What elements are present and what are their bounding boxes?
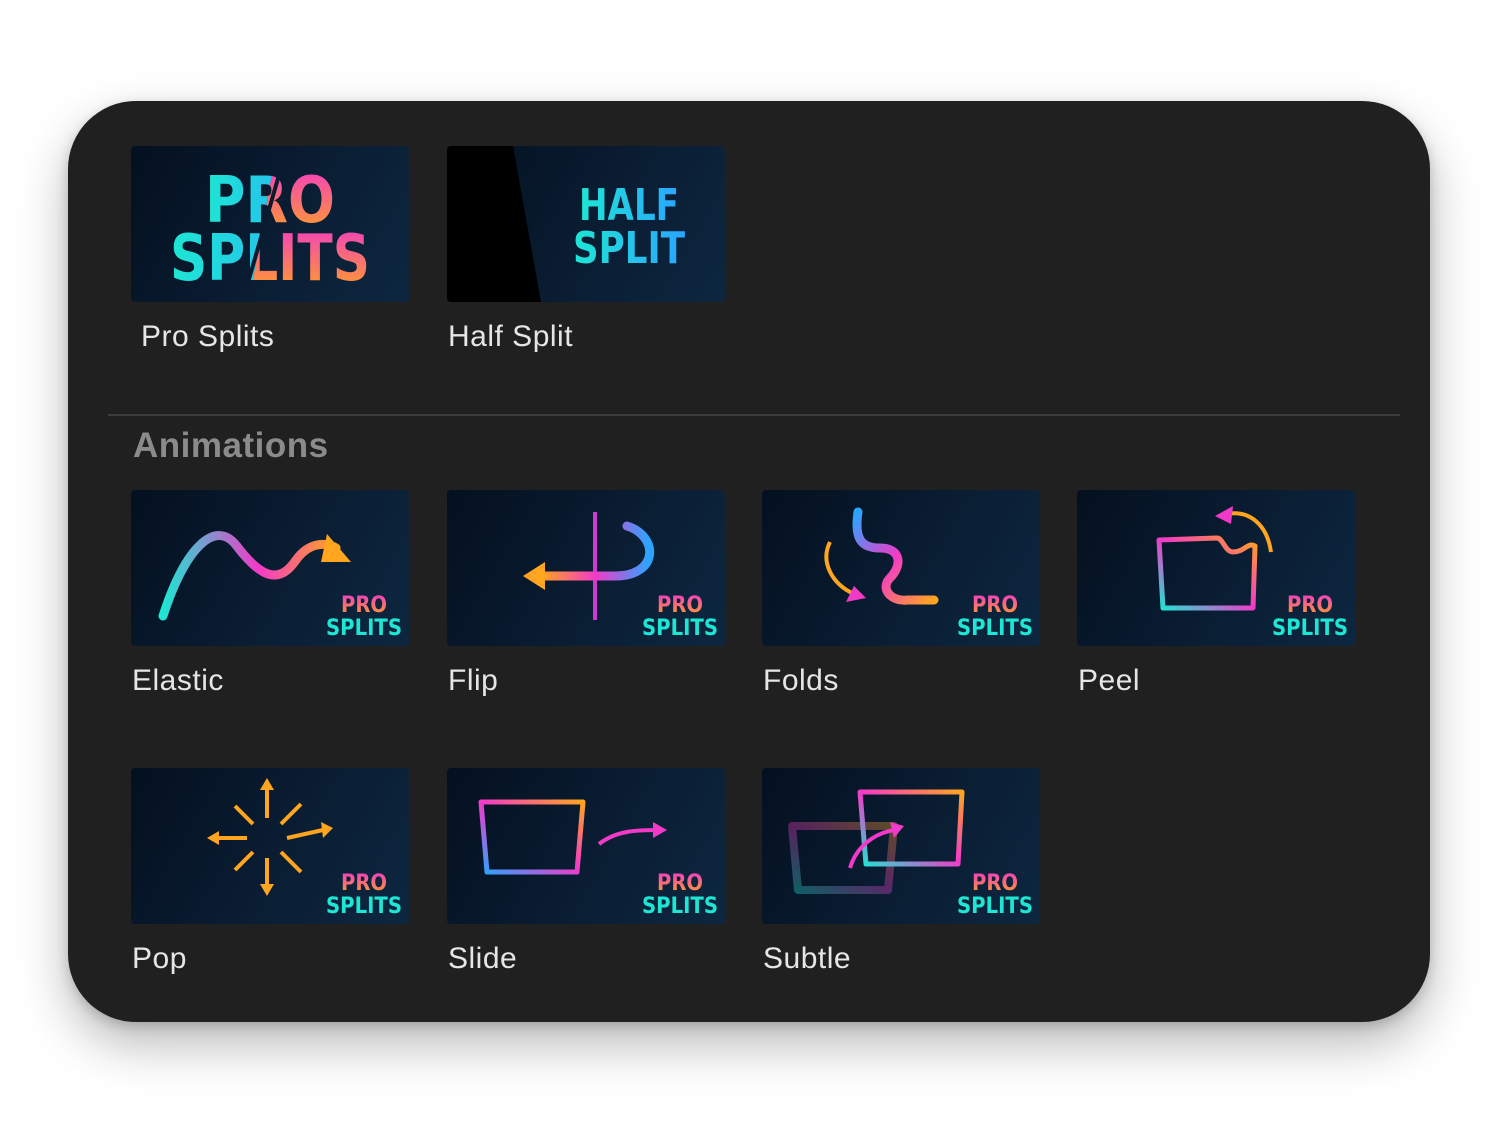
svg-text:SPLITS: SPLITS: [326, 616, 402, 641]
half-split-thumbnail: HALF SPLIT: [447, 146, 725, 302]
folds-thumbnail: PRO SPLITS: [762, 490, 1040, 646]
tile-label: Subtle: [763, 942, 852, 975]
svg-text:PRO: PRO: [341, 871, 387, 896]
pro-splits-thumbnail: PRO SPLITS PRO SPLITS: [131, 146, 409, 302]
tile-label: Pro Splits: [141, 320, 275, 353]
svg-text:SPLIT: SPLIT: [573, 223, 685, 274]
flip-thumbnail: PRO SPLITS: [447, 490, 725, 646]
section-divider: [108, 414, 1400, 416]
section-title-animations: Animations: [133, 426, 329, 465]
pro-splits-badge: PRO SPLITS: [642, 593, 718, 641]
pro-splits-badge: PRO SPLITS: [326, 593, 402, 641]
svg-text:SPLITS: SPLITS: [1272, 616, 1348, 641]
tile-elastic[interactable]: PRO SPLITS Elastic: [131, 490, 409, 697]
pro-splits-badge: PRO SPLITS: [957, 593, 1033, 641]
tile-label: Folds: [763, 664, 839, 697]
tile-subtle[interactable]: PRO SPLITS Subtle: [762, 768, 1040, 975]
svg-text:SPLITS: SPLITS: [326, 894, 402, 919]
svg-text:PRO: PRO: [341, 593, 387, 618]
svg-text:SPLITS: SPLITS: [642, 894, 718, 919]
svg-text:PRO: PRO: [657, 871, 703, 896]
subtle-thumbnail: PRO SPLITS: [762, 768, 1040, 924]
svg-text:PRO: PRO: [972, 593, 1018, 618]
tile-label: Pop: [132, 942, 187, 975]
tile-half-split[interactable]: HALF SPLIT Half Split: [447, 146, 725, 353]
half-split-logo: HALF SPLIT: [447, 146, 685, 302]
elastic-thumbnail: PRO SPLITS: [131, 490, 409, 646]
tile-label: Half Split: [448, 320, 574, 353]
tile-label: Elastic: [132, 664, 224, 697]
tile-label: Flip: [448, 664, 499, 697]
svg-text:PRO: PRO: [1287, 593, 1333, 618]
tile-slide[interactable]: PRO SPLITS Slide: [447, 768, 725, 975]
pro-splits-badge: PRO SPLITS: [642, 871, 718, 919]
pro-splits-badge: PRO SPLITS: [1272, 593, 1348, 641]
tile-label: Slide: [448, 942, 518, 975]
tile-folds[interactable]: PRO SPLITS Folds: [762, 490, 1040, 697]
tile-pro-splits[interactable]: PRO SPLITS PRO SPLITS Pro Splits: [131, 146, 409, 353]
svg-text:PRO: PRO: [657, 593, 703, 618]
slide-thumbnail: PRO SPLITS: [447, 768, 725, 924]
svg-text:SPLITS: SPLITS: [642, 616, 718, 641]
pro-splits-badge: PRO SPLITS: [326, 871, 402, 919]
pro-splits-badge: PRO SPLITS: [957, 871, 1033, 919]
transitions-browser-panel: PRO SPLITS PRO SPLITS Pro Splits H: [68, 101, 1430, 1022]
peel-thumbnail: PRO SPLITS: [1077, 490, 1355, 646]
tile-peel[interactable]: PRO SPLITS Peel: [1077, 490, 1355, 697]
tile-flip[interactable]: PRO SPLITS Flip: [447, 490, 725, 697]
svg-text:SPLITS: SPLITS: [957, 616, 1033, 641]
tile-label: Peel: [1078, 664, 1141, 697]
pro-splits-logo: PRO SPLITS PRO SPLITS: [170, 164, 370, 296]
tile-pop[interactable]: PRO SPLITS Pop: [131, 768, 409, 975]
pop-thumbnail: PRO SPLITS: [131, 768, 409, 924]
svg-text:SPLITS: SPLITS: [957, 894, 1033, 919]
svg-text:PRO: PRO: [972, 871, 1018, 896]
